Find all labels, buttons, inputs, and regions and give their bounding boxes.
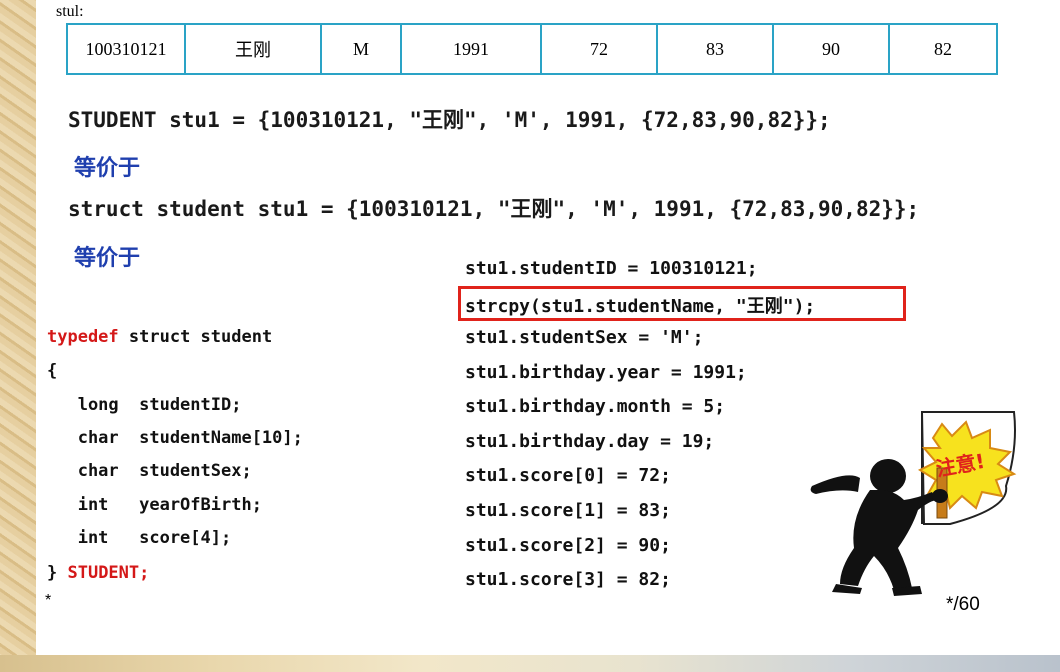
table-label: stul: [56, 3, 84, 20]
table-cell-score-0: 72 [542, 25, 658, 73]
footer-left-marker: * [45, 592, 52, 609]
assign-line: stu1.birthday.year = 1991; [465, 362, 747, 383]
equivalent-label-1: 等价于 [74, 156, 141, 181]
attention-figure-icon: 注意! [810, 411, 1017, 596]
assign-line: stu1.studentSex = 'M'; [465, 327, 704, 348]
assign-line: stu1.birthday.day = 19; [465, 431, 715, 452]
struct-init-line: struct student stu1 = {100310121, "王刚", … [68, 197, 920, 221]
student-record-table: 100310121 王刚 M 1991 72 83 90 82 [66, 23, 998, 75]
page-number: */60 [946, 594, 980, 615]
field-line: int score[4]; [47, 528, 232, 548]
left-texture-border [0, 0, 36, 672]
table-cell-score-3: 82 [934, 38, 952, 59]
typedef-header: typedef struct student [47, 327, 272, 347]
assign-line: stu1.birthday.month = 5; [465, 396, 726, 417]
table-cell-name: 王刚 [186, 25, 322, 73]
highlight-box [458, 286, 906, 321]
close-brace: } [47, 563, 68, 583]
table-cell-year: 1991 [402, 25, 542, 73]
field-line: long studentID; [47, 395, 242, 415]
typedef-keyword: typedef [47, 327, 119, 347]
table-cell-score-1: 83 [658, 25, 774, 73]
field-line: int yearOfBirth; [47, 495, 262, 515]
assign-line: stu1.score[2] = 90; [465, 535, 671, 556]
assign-line: stu1.score[0] = 72; [465, 465, 671, 486]
assign-line: stu1.score[3] = 82; [465, 569, 671, 590]
student-init-line: STUDENT stu1 = {100310121, "王刚", 'M', 19… [68, 108, 831, 132]
assign-line: stu1.studentID = 100310121; [465, 258, 758, 279]
type-name: STUDENT; [67, 563, 150, 583]
field-line: char studentName[10]; [47, 428, 303, 448]
table-cell-score-2: 90 [774, 25, 890, 73]
bottom-decor-strip [0, 655, 1060, 672]
field-line: char studentSex; [47, 461, 252, 481]
typedef-close: } STUDENT; [47, 563, 149, 583]
equivalent-label-2: 等价于 [74, 246, 141, 271]
table-cell-id: 100310121 [68, 25, 186, 73]
typedef-struct-name: struct student [118, 327, 273, 347]
table-cell-sex: M [322, 25, 402, 73]
open-brace: { [47, 361, 58, 381]
assign-line: stu1.score[1] = 83; [465, 500, 671, 521]
